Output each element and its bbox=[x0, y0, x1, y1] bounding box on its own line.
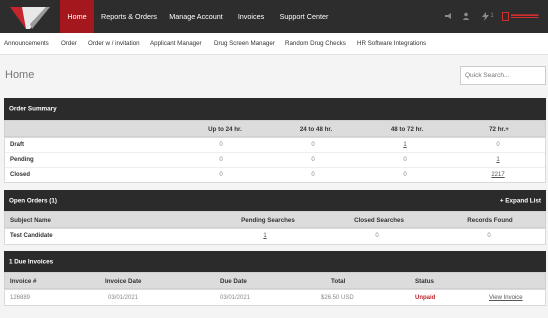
open-orders-column-header: Subject Name Pending Searches Closed Sea… bbox=[4, 211, 546, 228]
subnav-applicant-manager[interactable]: Applicant Manager bbox=[150, 40, 202, 47]
top-nav-bar: Home Reports & Orders Manage Account Inv… bbox=[0, 0, 548, 33]
due-date: 03/01/2021 bbox=[220, 295, 251, 301]
notification-count: 1 bbox=[490, 13, 494, 19]
table-cell: 0 bbox=[496, 142, 500, 148]
col-invoice-date: Invoice Date bbox=[105, 278, 142, 285]
open-orders-title: Open Orders (1) bbox=[9, 197, 57, 204]
subject-name: Test Candidate bbox=[10, 233, 53, 239]
cart-icon[interactable] bbox=[501, 10, 510, 22]
nav-home[interactable]: Home bbox=[60, 0, 94, 33]
nav-reports-orders[interactable]: Reports & Orders bbox=[96, 0, 162, 33]
col-24-to-48: 24 to 48 hr. bbox=[299, 126, 333, 133]
col-status: Status bbox=[415, 278, 434, 285]
view-invoice-link[interactable]: View Invoice bbox=[489, 295, 523, 301]
open-orders-header: Open Orders (1) + Expand List bbox=[4, 190, 546, 211]
row-divider bbox=[5, 152, 545, 153]
table-cell: 0 bbox=[219, 157, 223, 163]
col-pending-searches: Pending Searches bbox=[241, 217, 295, 224]
table-cell: 0 bbox=[219, 172, 223, 178]
col-up-to-24: Up to 24 hr. bbox=[208, 126, 242, 133]
subnav-announcements[interactable]: Announcements bbox=[4, 40, 49, 47]
subnav-order-invitation[interactable]: Order w / invitation bbox=[88, 40, 140, 47]
col-records-found: Records Found bbox=[467, 217, 513, 224]
due-invoices-title: 1 Due Invoices bbox=[9, 258, 54, 265]
col-closed-searches: Closed Searches bbox=[354, 217, 404, 224]
nav-support-center[interactable]: Support Center bbox=[274, 0, 334, 33]
row-divider bbox=[5, 167, 545, 168]
megaphone-icon[interactable] bbox=[443, 10, 453, 22]
records-found: 0 bbox=[487, 233, 491, 239]
pending-searches-link[interactable]: 1 bbox=[263, 233, 266, 239]
expand-list-button[interactable]: + Expand List bbox=[500, 197, 541, 204]
order-count-link[interactable]: 1 bbox=[496, 157, 499, 163]
subnav-hr-software-integrations[interactable]: HR Software Integrations bbox=[357, 40, 426, 47]
col-48-to-72: 48 to 72 hr. bbox=[390, 126, 424, 133]
page-title: Home bbox=[5, 69, 35, 81]
status-badge: Unpaid bbox=[415, 295, 436, 301]
invoice-date: 03/01/2021 bbox=[108, 295, 139, 301]
row-label-pending: Pending bbox=[10, 157, 34, 163]
order-count-link[interactable]: 1 bbox=[403, 142, 406, 148]
table-cell: 0 bbox=[403, 172, 407, 178]
col-due-date: Due Date bbox=[220, 278, 247, 285]
table-cell: 0 bbox=[311, 172, 315, 178]
col-invoice-number: Invoice # bbox=[10, 278, 37, 285]
order-summary-header: Order Summary bbox=[4, 98, 546, 120]
order-summary-column-header: Up to 24 hr. 24 to 48 hr. 48 to 72 hr. 7… bbox=[4, 120, 546, 137]
sub-nav: Announcements Order Order w / invitation… bbox=[0, 33, 548, 55]
order-count-link[interactable]: 2217 bbox=[491, 172, 504, 178]
col-subject-name: Subject Name bbox=[10, 217, 51, 224]
nav-manage-account[interactable]: Manage Account bbox=[164, 0, 228, 33]
order-summary-body: Draft 0 0 1 0 Pending 0 0 0 1 Closed 0 0… bbox=[4, 137, 546, 183]
col-total: Total bbox=[331, 278, 346, 285]
table-cell: 0 bbox=[311, 142, 315, 148]
table-cell: 0 bbox=[219, 142, 223, 148]
due-invoices-header: 1 Due Invoices bbox=[4, 251, 546, 272]
invoices-column-header: Invoice # Invoice Date Due Date Total St… bbox=[4, 272, 546, 289]
invoices-body: 126889 03/01/2021 03/01/2021 $26.50 USD … bbox=[4, 289, 546, 306]
quick-search-input[interactable] bbox=[460, 66, 546, 85]
invoice-total: $26.50 USD bbox=[321, 295, 354, 301]
subnav-drug-screen-manager[interactable]: Drug Screen Manager bbox=[214, 40, 275, 47]
nav-invoices[interactable]: Invoices bbox=[231, 0, 271, 33]
cart-link[interactable]: ▬▬▬▬▬ bbox=[511, 12, 539, 18]
subnav-random-drug-checks[interactable]: Random Drug Checks bbox=[285, 40, 346, 47]
table-cell: 0 bbox=[403, 157, 407, 163]
row-label-draft: Draft bbox=[10, 142, 25, 148]
col-72-plus: 72 hr.+ bbox=[489, 126, 509, 133]
open-orders-body: Test Candidate 1 0 0 bbox=[4, 228, 546, 245]
company-logo[interactable] bbox=[0, 0, 56, 33]
subnav-order[interactable]: Order bbox=[61, 40, 77, 47]
row-label-closed: Closed bbox=[10, 172, 31, 178]
table-cell: 0 bbox=[311, 157, 315, 163]
closed-searches: 0 bbox=[375, 233, 379, 239]
user-icon[interactable] bbox=[461, 10, 471, 22]
invoice-number: 126889 bbox=[10, 295, 31, 301]
order-summary-title: Order Summary bbox=[9, 105, 57, 113]
